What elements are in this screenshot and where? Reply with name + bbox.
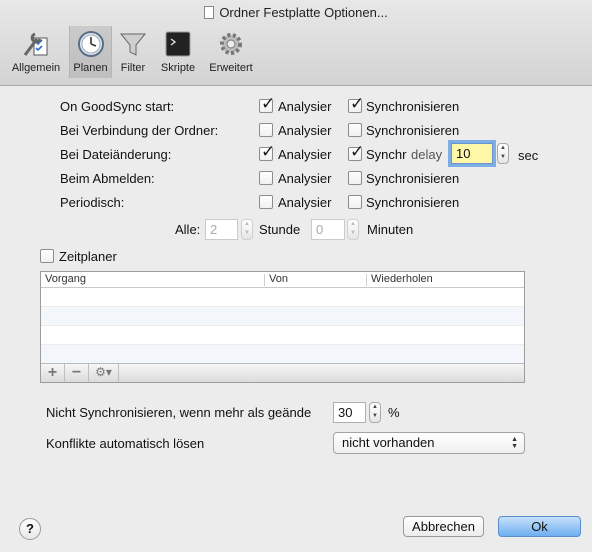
tab-skripte-label: Skripte xyxy=(160,62,196,74)
scheduler-table: Vorgang Von Wiederholen + − ⚙▾ xyxy=(40,271,525,383)
help-button[interactable]: ? xyxy=(19,518,41,540)
window-title: Ordner Festplatte Optionen... xyxy=(0,5,592,20)
table-row[interactable] xyxy=(41,307,524,326)
analyze-label: Analysier xyxy=(278,123,332,138)
minus-icon: − xyxy=(71,364,82,381)
wrench-checklist-icon xyxy=(23,32,48,56)
scheduler-label: Zeitplaner xyxy=(59,249,117,264)
document-icon xyxy=(204,6,215,19)
every-label: Alle: xyxy=(175,222,201,237)
tab-erweitert-label: Erweitert xyxy=(209,62,253,74)
options-window: Ordner Festplatte Optionen... Allgemein … xyxy=(0,0,592,552)
tab-allgemein-label: Allgemein xyxy=(11,62,61,74)
sync-checkbox-logout[interactable] xyxy=(348,171,362,185)
window-title-text: Ordner Festplatte Optionen... xyxy=(219,5,388,20)
analyze-label: Analysier xyxy=(278,171,332,186)
conflicts-popup-value: nicht vorhanden xyxy=(342,435,435,450)
column-separator xyxy=(366,274,367,286)
table-row[interactable] xyxy=(41,288,524,307)
sync-label: Synchronisieren xyxy=(366,171,460,186)
column-header-wiederholen[interactable]: Wiederholen xyxy=(371,273,433,285)
row-label-logout: Beim Abmelden: xyxy=(60,171,155,186)
analyze-checkbox-logout[interactable] xyxy=(259,171,273,185)
titlebar: Ordner Festplatte Optionen... Allgemein … xyxy=(0,0,592,86)
column-header-vorgang[interactable]: Vorgang xyxy=(45,273,86,285)
analyze-checkbox-goodsync-start[interactable]: ✓ xyxy=(259,95,275,113)
table-header: Vorgang Von Wiederholen xyxy=(41,272,524,288)
minutes-label: Minuten xyxy=(367,222,414,237)
tab-planen-label: Planen xyxy=(73,62,108,74)
checkmark-icon: ✓ xyxy=(261,142,276,161)
analyze-label: Analysier xyxy=(278,195,332,210)
ok-button[interactable]: Ok xyxy=(498,516,581,537)
minutes-field[interactable]: 0 xyxy=(311,219,345,240)
terminal-icon xyxy=(165,31,191,57)
checkmark-icon: ✓ xyxy=(261,94,276,113)
delay-seconds-field[interactable]: 10 xyxy=(451,143,493,164)
action-menu-button[interactable]: ⚙▾ xyxy=(89,364,119,382)
sync-checkbox-periodic[interactable] xyxy=(348,195,362,209)
funnel-icon xyxy=(119,33,147,56)
sync-label: Synchronisieren xyxy=(366,123,460,138)
delay-stepper[interactable]: ▲ ▼ xyxy=(497,143,509,164)
tab-filter[interactable]: Filter xyxy=(116,26,150,78)
gear-icon xyxy=(220,33,242,55)
remove-button[interactable]: − xyxy=(65,364,89,382)
sync-checkbox-folder-connect[interactable] xyxy=(348,123,362,137)
hours-field[interactable]: 2 xyxy=(205,219,238,240)
percent-unit: % xyxy=(388,405,400,420)
tab-planen[interactable]: Planen xyxy=(69,26,112,78)
table-row[interactable] xyxy=(41,326,524,345)
analyze-checkbox-periodic[interactable] xyxy=(259,195,273,209)
row-label-file-change: Bei Dateiänderung: xyxy=(60,147,172,162)
table-row[interactable] xyxy=(41,345,524,364)
sync-label: Synchronisieren xyxy=(366,99,460,114)
sync-checkbox-goodsync-start[interactable]: ✓ xyxy=(348,95,364,113)
conflicts-label: Konflikte automatisch lösen xyxy=(46,436,205,451)
popup-arrows-icon: ▲ ▼ xyxy=(511,436,518,450)
analyze-label: Analysier xyxy=(278,99,332,114)
sync-label-truncated: Synchr xyxy=(366,147,407,162)
column-separator xyxy=(264,274,265,286)
sync-label: Synchronisieren xyxy=(366,195,460,210)
analyze-checkbox-file-change[interactable]: ✓ xyxy=(259,143,275,161)
hours-stepper[interactable]: ▲ ▼ xyxy=(241,219,253,240)
tab-skripte[interactable]: Skripte xyxy=(155,26,201,78)
analyze-checkbox-folder-connect[interactable] xyxy=(259,123,273,137)
tab-filter-label: Filter xyxy=(120,62,146,74)
clock-icon xyxy=(77,31,104,57)
no-sync-threshold-stepper[interactable]: ▲ ▼ xyxy=(369,402,381,423)
cancel-button[interactable]: Abbrechen xyxy=(403,516,484,537)
delay-label: delay xyxy=(411,147,443,162)
tab-erweitert[interactable]: Erweitert xyxy=(205,26,257,78)
delay-unit: sec xyxy=(518,148,539,163)
table-footer-bar: + − ⚙▾ xyxy=(41,363,524,382)
scheduler-checkbox[interactable] xyxy=(40,249,54,263)
row-label-periodic: Periodisch: xyxy=(60,195,125,210)
sync-checkbox-file-change[interactable]: ✓ xyxy=(348,143,364,161)
analyze-label: Analysier xyxy=(278,147,332,162)
conflicts-popup[interactable]: nicht vorhanden ▲ ▼ xyxy=(333,432,525,454)
gear-menu-icon: ⚙▾ xyxy=(95,365,112,379)
hours-label: Stunde xyxy=(259,222,301,237)
column-header-von[interactable]: Von xyxy=(269,273,288,285)
row-label-goodsync-start: On GoodSync start: xyxy=(60,99,175,114)
add-button[interactable]: + xyxy=(41,364,65,382)
tab-allgemein[interactable]: Allgemein xyxy=(6,26,66,78)
checkmark-icon: ✓ xyxy=(350,142,365,161)
row-label-folder-connect: Bei Verbindung der Ordner: xyxy=(60,123,219,138)
minutes-stepper[interactable]: ▲ ▼ xyxy=(347,219,359,240)
no-sync-threshold-field[interactable]: 30 xyxy=(333,402,366,423)
no-sync-threshold-label: Nicht Synchronisieren, wenn mehr als geä… xyxy=(46,405,312,420)
plus-icon: + xyxy=(47,364,58,381)
checkmark-icon: ✓ xyxy=(350,94,365,113)
